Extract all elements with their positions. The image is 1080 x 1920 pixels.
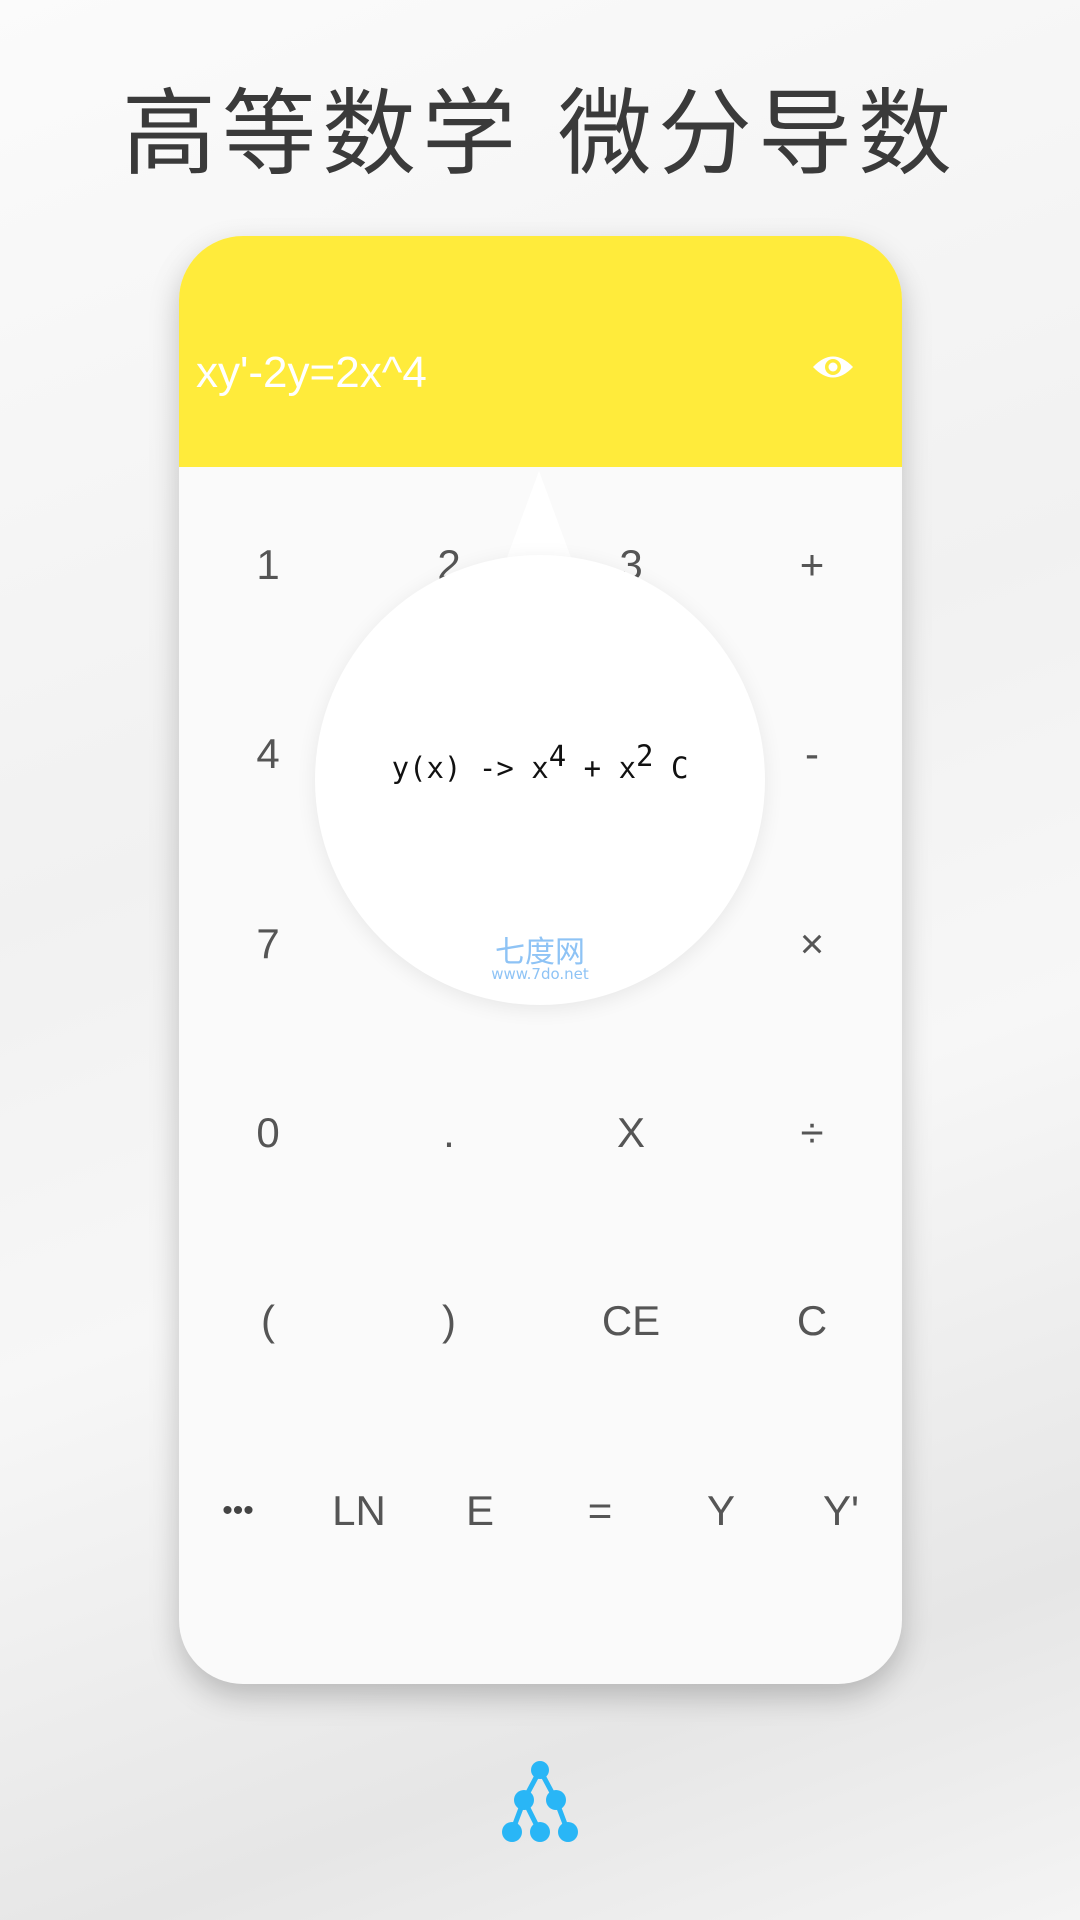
key-button[interactable]: C bbox=[782, 1297, 842, 1345]
key-button[interactable]: = bbox=[570, 1487, 630, 1535]
equation-display[interactable]: xy'-2y=2x^4 bbox=[196, 348, 427, 398]
result-text: y(x) -> x4 + x2 C bbox=[391, 739, 689, 785]
more-button[interactable]: ••• bbox=[208, 1494, 268, 1528]
key-button[interactable]: X bbox=[601, 1109, 661, 1157]
key-button[interactable]: ) bbox=[419, 1297, 479, 1345]
equation-header: xy'-2y=2x^4 bbox=[179, 236, 902, 467]
key-button[interactable]: Y' bbox=[811, 1487, 871, 1535]
page-title: 高等数学 微分导数 bbox=[122, 80, 958, 189]
result-bubble: y(x) -> x4 + x2 C 七度网 www.7do.net bbox=[315, 555, 765, 1005]
key-button[interactable]: + bbox=[782, 541, 842, 589]
bubble-pointer bbox=[505, 471, 573, 563]
key-button[interactable]: × bbox=[782, 920, 842, 968]
key-button[interactable]: 0 bbox=[238, 1109, 298, 1157]
key-button[interactable]: LN bbox=[329, 1487, 389, 1535]
key-button[interactable]: ( bbox=[238, 1297, 298, 1345]
key-button[interactable]: E bbox=[450, 1487, 510, 1535]
key-button[interactable]: 4 bbox=[238, 730, 298, 778]
key-button[interactable]: . bbox=[419, 1109, 479, 1157]
key-button[interactable]: CE bbox=[601, 1297, 661, 1345]
key-button[interactable]: Y bbox=[691, 1487, 751, 1535]
watermark-url: www.7do.net bbox=[491, 965, 589, 983]
key-button[interactable]: 7 bbox=[238, 920, 298, 968]
eye-icon[interactable] bbox=[811, 352, 855, 382]
key-button[interactable]: 1 bbox=[238, 541, 298, 589]
key-button[interactable]: ÷ bbox=[782, 1109, 842, 1157]
key-button[interactable]: - bbox=[782, 730, 842, 778]
tree-nodes-icon bbox=[502, 1761, 578, 1842]
